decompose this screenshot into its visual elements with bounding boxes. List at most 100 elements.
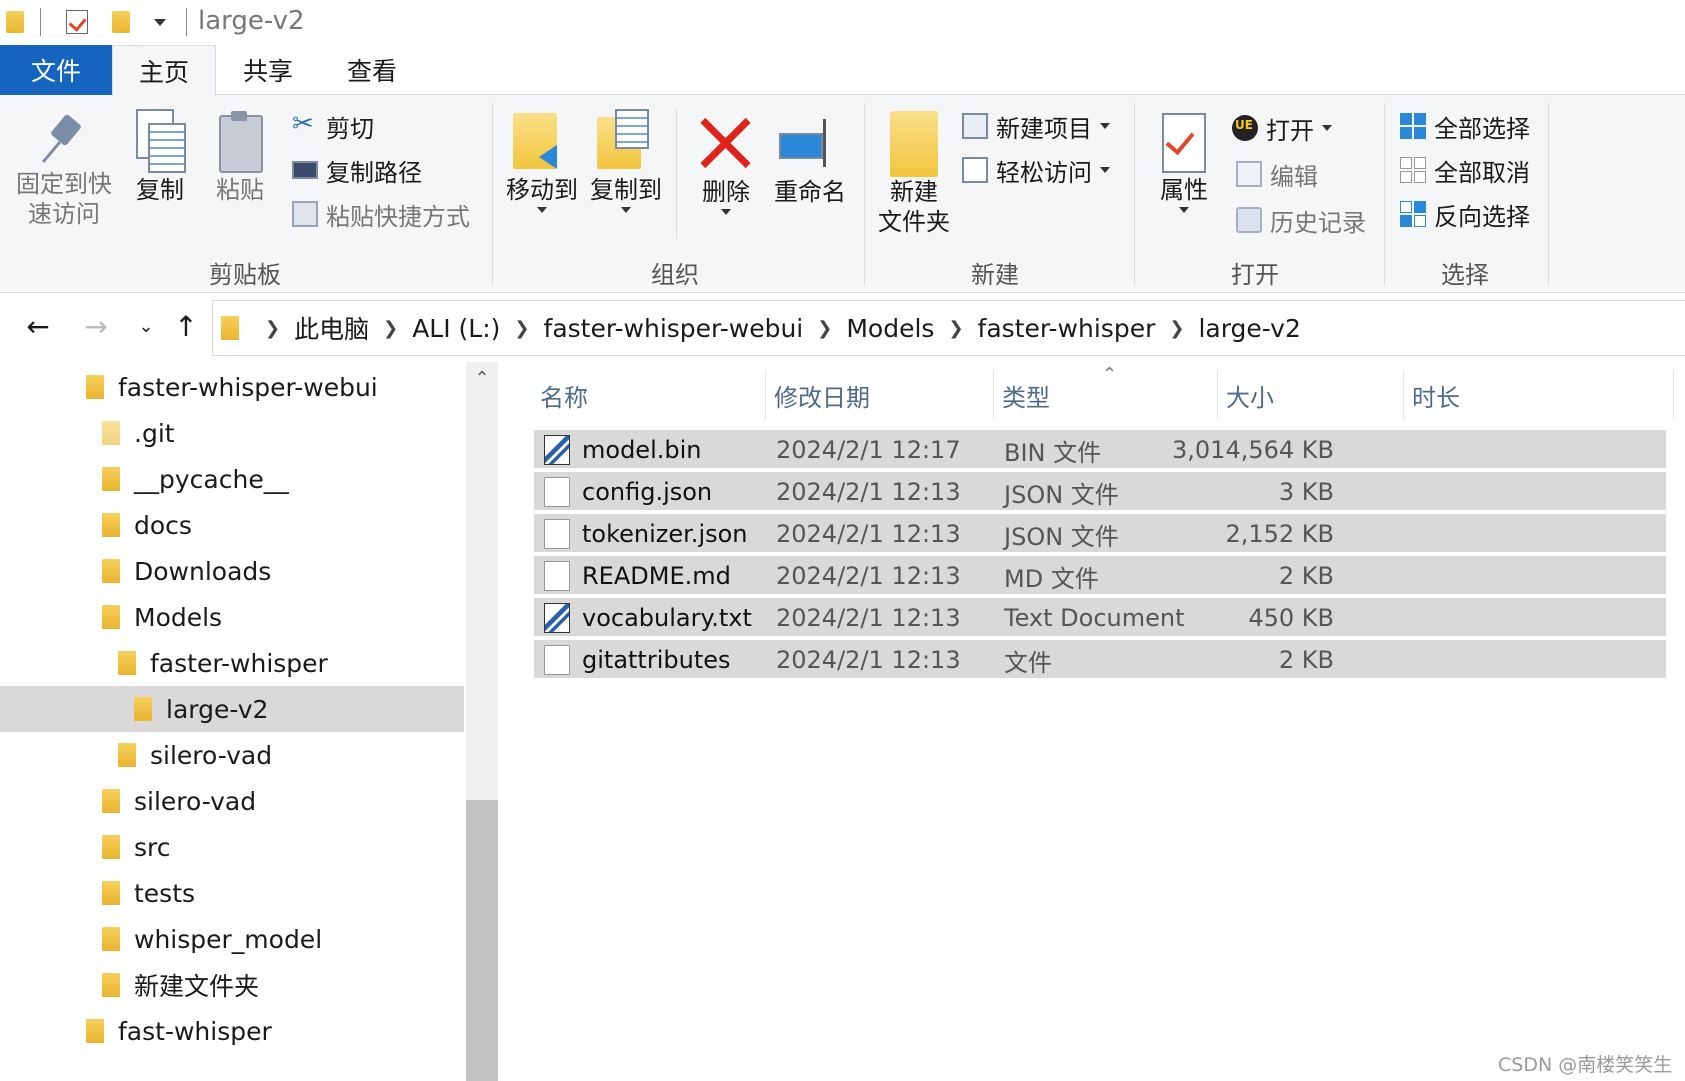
tree-item[interactable]: __pycache__ [0, 456, 466, 502]
ultraedit-icon [1232, 115, 1258, 141]
move-to-button[interactable]: 移动到 [504, 109, 580, 213]
column-header-name[interactable]: 名称 [498, 370, 766, 420]
customize-toolbar-arrow-icon[interactable] [154, 8, 166, 36]
invert-selection-button[interactable]: 反向选择 [1400, 197, 1530, 231]
tree-item[interactable]: silero-vad [0, 732, 466, 778]
copy-path-button[interactable]: 复制路径 [292, 153, 422, 187]
breadcrumb-chevron-icon[interactable]: ❯ [948, 318, 963, 339]
new-folder-label-line2: 文件夹 [878, 208, 950, 236]
file-row[interactable]: README.md 2024/2/1 12:13 MD 文件 2 KB [534, 556, 1666, 596]
file-row[interactable]: tokenizer.json 2024/2/1 12:13 JSON 文件 2,… [534, 514, 1666, 554]
tab-share[interactable]: 共享 [222, 45, 314, 95]
file-row[interactable]: config.json 2024/2/1 12:13 JSON 文件 3 KB [534, 472, 1666, 512]
tree-item-label: silero-vad [150, 740, 273, 770]
select-all-button[interactable]: 全部选择 [1400, 109, 1530, 143]
pin-to-quick-access-button[interactable]: 固定到快 速访问 [14, 111, 114, 229]
file-row[interactable]: gitattributes 2024/2/1 12:13 文件 2 KB [534, 640, 1666, 680]
tree-item[interactable]: docs [0, 502, 466, 548]
copy-button[interactable]: 复制 [128, 109, 192, 205]
select-none-label: 全部取消 [1434, 158, 1530, 187]
column-header-date[interactable]: 修改日期 [766, 370, 994, 420]
column-header-size[interactable]: 大小 [1218, 370, 1404, 420]
recent-locations-chevron-icon[interactable]: ⌄ [128, 308, 164, 344]
rename-button[interactable]: 重命名 [770, 115, 850, 207]
tree-item-selected[interactable]: large-v2 [0, 686, 464, 732]
new-folder-quick-icon[interactable] [112, 8, 130, 36]
tree-item[interactable]: src [0, 824, 466, 870]
history-button[interactable]: 历史记录 [1236, 203, 1366, 237]
file-row[interactable]: vocabulary.txt 2024/2/1 12:13 Text Docum… [534, 598, 1666, 638]
file-date: 2024/2/1 12:13 [776, 604, 961, 632]
copy-path-icon [292, 161, 318, 179]
folder-icon [102, 421, 120, 445]
tree-item[interactable]: whisper_model [0, 916, 466, 962]
breadcrumb-chevron-icon[interactable]: ❯ [1169, 318, 1184, 339]
group-separator [1134, 103, 1135, 285]
breadcrumb-item[interactable]: Models [846, 314, 934, 343]
tab-home[interactable]: 主页 [112, 45, 216, 96]
select-none-button[interactable]: 全部取消 [1400, 153, 1530, 187]
new-folder-button[interactable]: 新建 文件夹 [872, 111, 956, 237]
new-item-button[interactable]: 新建项目 [962, 109, 1110, 143]
easy-access-button[interactable]: 轻松访问 [962, 153, 1110, 187]
copy-to-button[interactable]: 复制到 [588, 109, 664, 213]
breadcrumb-chevron-icon[interactable]: ❯ [817, 318, 832, 339]
file-date: 2024/2/1 12:13 [776, 562, 961, 590]
cut-button[interactable]: 剪切 [292, 109, 374, 143]
back-arrow-icon[interactable]: ← [20, 308, 56, 344]
invert-selection-label: 反向选择 [1434, 202, 1530, 231]
breadcrumb-item[interactable]: 此电脑 [294, 310, 369, 346]
address-bar[interactable]: ❯ 此电脑 ❯ ALI (L:) ❯ faster-whisper-webui … [212, 300, 1685, 356]
properties-button[interactable]: 属性 [1152, 113, 1216, 213]
file-name: config.json [582, 478, 713, 506]
tree-item-label: faster-whisper-webui [118, 372, 378, 402]
paste-button[interactable]: 粘贴 [208, 109, 272, 205]
tree-item[interactable]: Downloads [0, 548, 466, 594]
column-header-duration[interactable]: 时长 [1404, 370, 1674, 420]
edit-label: 编辑 [1270, 162, 1318, 191]
tab-file[interactable]: 文件 [0, 45, 112, 95]
delete-x-icon [698, 115, 754, 171]
breadcrumb-item[interactable]: faster-whisper-webui [544, 314, 804, 343]
tree-item[interactable]: faster-whisper-webui [0, 364, 466, 410]
edit-button[interactable]: 编辑 [1236, 157, 1318, 191]
tree-item-label: __pycache__ [134, 464, 289, 494]
breadcrumb-chevron-icon[interactable]: ❯ [383, 318, 398, 339]
up-arrow-icon[interactable]: ↑ [168, 308, 204, 344]
tree-item-label: silero-vad [134, 786, 257, 816]
file-name-cell: README.md [544, 556, 731, 596]
folder-icon [102, 973, 120, 997]
open-button[interactable]: 打开 [1232, 111, 1332, 145]
paste-shortcut-button[interactable]: 粘贴快捷方式 [292, 197, 470, 231]
tree-item[interactable]: tests [0, 870, 466, 916]
forward-arrow-icon[interactable]: → [78, 308, 114, 344]
copy-label: 复制 [136, 176, 184, 204]
tree-item[interactable]: 新建文件夹 [0, 962, 466, 1008]
copy-to-icon [597, 109, 655, 175]
tree-item[interactable]: silero-vad [0, 778, 466, 824]
separator [676, 109, 677, 239]
scrollbar-thumb[interactable] [466, 800, 498, 1081]
breadcrumb-item-current[interactable]: large-v2 [1198, 314, 1300, 343]
breadcrumb-chevron-icon[interactable]: ❯ [265, 318, 280, 339]
file-name: vocabulary.txt [582, 604, 752, 632]
file-row[interactable]: model.bin 2024/2/1 12:17 BIN 文件 3,014,56… [534, 430, 1666, 470]
tree-item-label: Downloads [134, 556, 272, 586]
tab-view[interactable]: 查看 [326, 45, 418, 95]
delete-button[interactable]: 删除 [694, 115, 758, 215]
new-item-icon [962, 113, 988, 139]
tree-item[interactable]: faster-whisper [0, 640, 466, 686]
properties-quick-icon[interactable] [66, 8, 88, 36]
tree-item[interactable]: fast-whisper [0, 1008, 466, 1054]
folder-icon [102, 467, 120, 491]
scroll-up-chevron-icon[interactable]: ⌃ [466, 362, 498, 394]
breadcrumb-chevron-icon[interactable]: ❯ [514, 318, 529, 339]
tree-scrollbar[interactable]: ⌃ [466, 362, 498, 1081]
breadcrumb-item[interactable]: faster-whisper [978, 314, 1156, 343]
tree-item[interactable]: Models [0, 594, 466, 640]
group-separator [1548, 103, 1549, 285]
dropdown-arrow-icon [537, 207, 547, 213]
tree-item[interactable]: .git [0, 410, 466, 456]
properties-icon [1160, 113, 1208, 175]
breadcrumb-item[interactable]: ALI (L:) [412, 314, 500, 343]
